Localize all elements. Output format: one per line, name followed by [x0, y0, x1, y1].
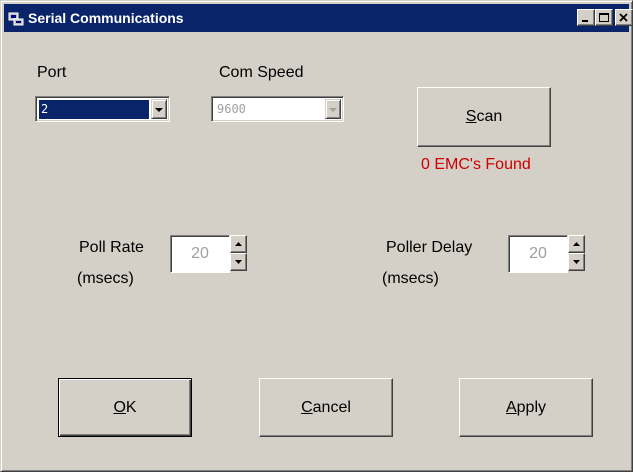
close-button[interactable] [615, 9, 633, 26]
apply-button-label: pply [516, 398, 547, 416]
poll-rate-decrement[interactable] [230, 253, 247, 271]
maximize-button[interactable] [595, 9, 613, 26]
title-bar[interactable]: Serial Communications [4, 4, 633, 32]
port-value: 2 [39, 100, 149, 119]
cancel-button-mnemonic: C [301, 398, 313, 416]
poll-rate-input[interactable]: 20 [170, 235, 230, 273]
port-label: Port [37, 64, 67, 81]
scan-button-label: can [476, 108, 503, 125]
poller-delay-decrement[interactable] [568, 253, 585, 271]
port-combobox[interactable]: 2 [35, 96, 170, 122]
poller-delay-increment[interactable] [568, 235, 585, 253]
serial-port-icon [8, 12, 24, 26]
minimize-button[interactable] [577, 9, 595, 26]
scan-button[interactable]: Scan [417, 87, 551, 147]
poller-delay-input[interactable]: 20 [508, 235, 568, 273]
com-speed-dropdown-button[interactable] [325, 99, 341, 119]
apply-button[interactable]: Apply [459, 378, 593, 437]
emc-found-status: 0 EMC's Found [421, 156, 531, 173]
poll-rate-units-label: (msecs) [77, 270, 134, 287]
arrow-down-icon [573, 260, 580, 264]
poll-rate-label: Poll Rate [79, 239, 144, 256]
poller-delay-units-label: (msecs) [382, 270, 439, 287]
ok-button-label: K [125, 398, 137, 416]
cancel-button-label: ancel [312, 398, 351, 416]
poll-rate-increment[interactable] [230, 235, 247, 253]
chevron-down-icon [329, 108, 337, 112]
cancel-button[interactable]: Cancel [259, 378, 393, 437]
ok-button-mnemonic: O [113, 398, 126, 416]
close-icon [619, 13, 628, 22]
maximize-icon [599, 13, 609, 22]
arrow-up-icon [235, 242, 242, 246]
window-title: Serial Communications [28, 10, 184, 26]
com-speed-combobox[interactable]: 9600 [211, 96, 344, 122]
serial-communications-window: Serial Communications Port 2 Com Speed 9… [0, 0, 633, 472]
arrow-down-icon [235, 260, 242, 264]
apply-button-mnemonic: A [505, 398, 517, 416]
com-speed-label: Com Speed [219, 64, 304, 81]
poller-delay-label: Poller Delay [386, 239, 473, 256]
arrow-up-icon [573, 242, 580, 246]
scan-button-mnemonic: S [465, 108, 477, 125]
chevron-down-icon [155, 108, 163, 112]
minimize-icon [582, 20, 588, 22]
ok-button[interactable]: OK [58, 378, 192, 437]
port-dropdown-button[interactable] [151, 99, 167, 119]
com-speed-value: 9600 [217, 102, 246, 116]
